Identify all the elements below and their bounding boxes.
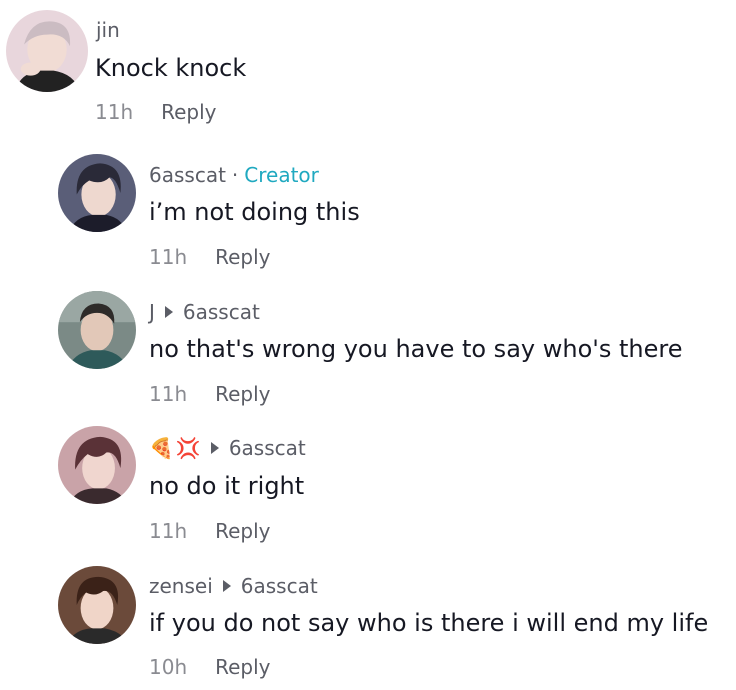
username-label[interactable]: jin [96,18,120,42]
reply-button[interactable]: Reply [215,245,270,269]
comment-text: no do it right [149,472,305,500]
username[interactable]: 🍕 💢 6asscat [149,436,306,460]
avatar-image [58,426,136,504]
username-emoji[interactable]: 💢 [176,438,201,458]
username[interactable]: 6asscat · Creator [149,163,319,187]
reply-to-username[interactable]: 6asscat [229,436,306,460]
reply-to-username[interactable]: 6asscat [183,300,260,324]
username-label[interactable]: 6asscat [149,163,226,187]
username-label[interactable]: J [149,300,155,324]
comment-text: no that's wrong you have to say who's th… [149,335,683,363]
comment-text: Knock knock [95,54,247,82]
avatar-image [6,10,88,92]
comment-text: i’m not doing this [149,198,360,226]
timestamp: 11h [149,245,188,269]
separator: · [231,163,239,187]
comment-meta: 11h Reply [95,100,217,124]
username-label[interactable]: zensei [149,574,213,598]
avatar[interactable] [58,291,136,369]
comment-meta: 11h Reply [149,382,271,406]
avatar-image [58,566,136,644]
username[interactable]: J 6asscat [149,300,260,324]
username[interactable]: zensei 6asscat [149,574,318,598]
reply-button[interactable]: Reply [161,100,216,124]
comment-meta: 10h Reply [149,655,271,679]
reply-arrow-icon [164,306,173,318]
reply-button[interactable]: Reply [215,655,270,679]
timestamp: 10h [149,655,188,679]
username-emoji[interactable]: 🍕 [149,438,174,458]
avatar-image [58,154,136,232]
avatar[interactable] [58,154,136,232]
comment-meta: 11h Reply [149,245,271,269]
timestamp: 11h [149,519,188,543]
creator-badge: Creator [244,163,319,187]
reply-arrow-icon [210,442,219,454]
avatar[interactable] [58,566,136,644]
comment-meta: 11h Reply [149,519,271,543]
reply-arrow-icon [222,580,231,592]
timestamp: 11h [95,100,134,124]
timestamp: 11h [149,382,188,406]
comment-text: if you do not say who is there i will en… [149,609,709,637]
avatar[interactable] [58,426,136,504]
reply-to-username[interactable]: 6asscat [241,574,318,598]
reply-button[interactable]: Reply [215,382,270,406]
avatar[interactable] [6,10,88,92]
avatar-image [58,291,136,369]
reply-button[interactable]: Reply [215,519,270,543]
username[interactable]: jin [96,18,120,42]
